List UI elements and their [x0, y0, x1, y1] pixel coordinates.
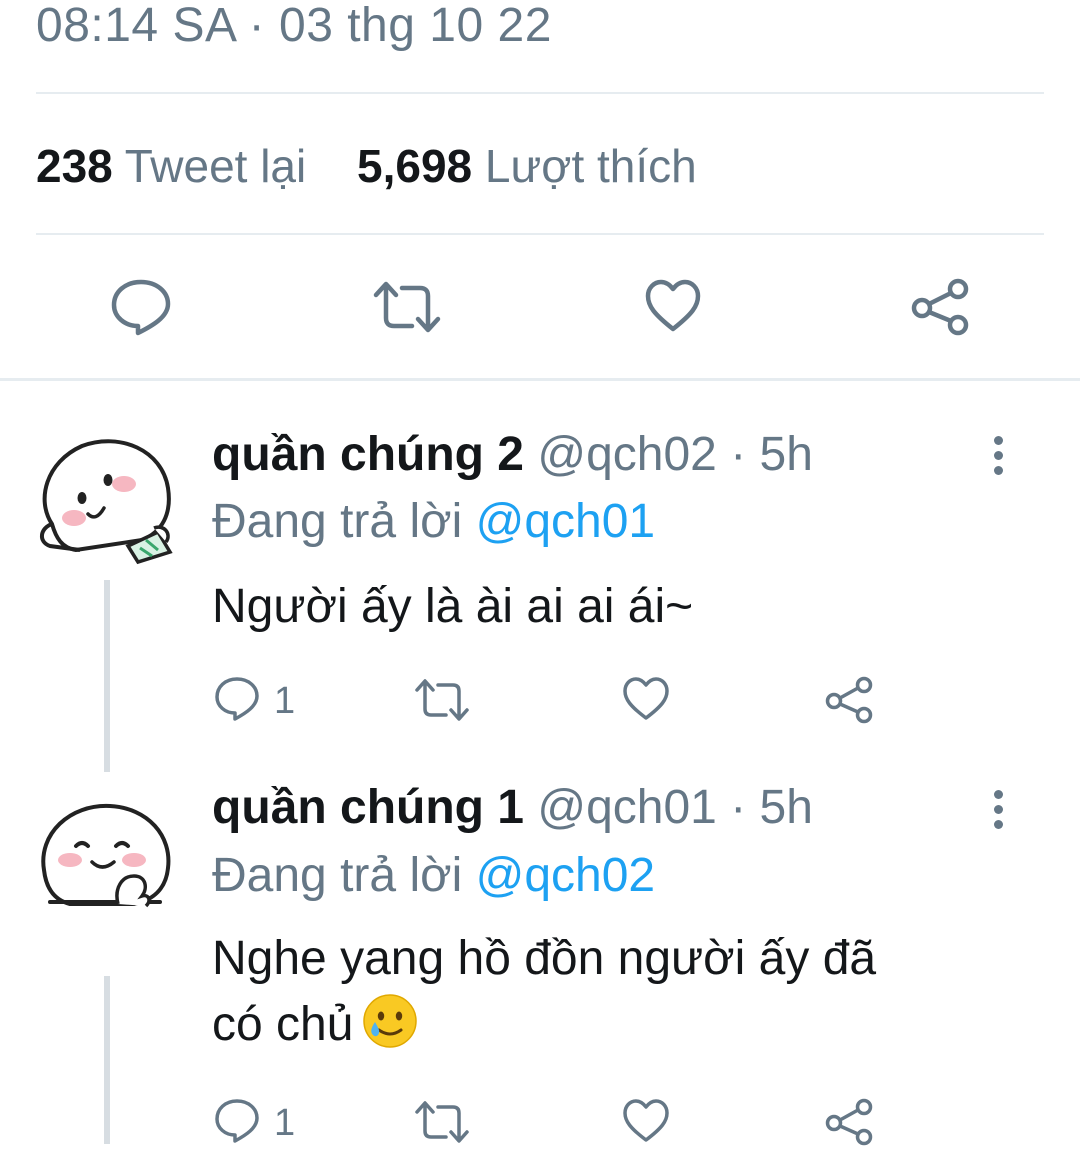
tweet-stats: 238 Tweet lại 5,698 Lượt thích	[36, 136, 735, 196]
author-name[interactable]: quần chúng 1	[212, 781, 524, 834]
mention-link[interactable]: @qch01	[476, 495, 656, 548]
like-icon[interactable]	[644, 278, 702, 334]
retweets-label: Tweet lại	[124, 140, 307, 192]
mention-link[interactable]: @qch02	[476, 849, 656, 902]
author-name[interactable]: quần chúng 2	[212, 428, 524, 481]
share-icon[interactable]	[824, 1098, 874, 1146]
separator-dot: ·	[730, 428, 747, 481]
author-handle[interactable]: @qch02	[537, 428, 717, 481]
reply-count: 1	[274, 680, 296, 722]
likes-count: 5,698	[357, 140, 473, 192]
reply-time[interactable]: 5h	[760, 428, 813, 481]
reply-action-bar: 1	[0, 670, 1080, 730]
retweet-icon[interactable]	[372, 280, 442, 334]
divider	[36, 233, 1044, 235]
reply-count: 1	[274, 1102, 296, 1144]
section-divider	[0, 378, 1080, 381]
reply-header: quần chúng 1 @qch01 · 5h	[212, 778, 813, 838]
retweet-icon[interactable]	[414, 678, 470, 722]
reply-action-bar: 1	[0, 1092, 1080, 1152]
divider	[36, 92, 1044, 94]
replying-to: Đang trả lời @qch02	[212, 846, 655, 906]
reply-icon[interactable]	[214, 676, 260, 722]
smiling-face-with-tear-icon	[363, 994, 418, 1048]
reply-icon[interactable]	[214, 1098, 260, 1144]
reply-header: quần chúng 2 @qch02 · 5h	[212, 425, 813, 485]
tweet-timestamp: 08:14 SA · 03 thg 10 22	[36, 0, 552, 52]
reply-text-line: có chủ	[212, 992, 1012, 1058]
reply-time[interactable]: 5h	[760, 781, 813, 834]
author-handle[interactable]: @qch01	[537, 781, 717, 834]
like-icon[interactable]	[622, 1098, 670, 1144]
retweet-icon[interactable]	[414, 1100, 470, 1144]
retweets-stat[interactable]: 238 Tweet lại	[36, 140, 306, 192]
more-options-icon[interactable]	[986, 436, 1010, 480]
more-options-icon[interactable]	[986, 790, 1010, 834]
avatar[interactable]	[30, 428, 178, 576]
retweets-count: 238	[36, 140, 113, 192]
replying-label: Đang trả lời	[212, 849, 463, 902]
avatar[interactable]	[30, 784, 178, 932]
reply-text: Nghe yang hồ đồn người ấy đã có chủ	[212, 926, 1012, 1058]
tweet-action-bar	[0, 270, 1080, 346]
reply-text: Người ấy là ài ai ai ái~	[212, 580, 694, 633]
separator-dot: ·	[730, 781, 747, 834]
likes-label: Lượt thích	[484, 140, 697, 192]
like-icon[interactable]	[622, 676, 670, 722]
share-icon[interactable]	[910, 278, 970, 336]
reply-tweet[interactable]: quần chúng 2 @qch02 · 5h Đang trả lời @q…	[0, 400, 1080, 780]
reply-tweet[interactable]: quần chúng 1 @qch01 · 5h Đang trả lời @q…	[0, 770, 1080, 1146]
share-icon[interactable]	[824, 676, 874, 724]
reply-text-fragment: có chủ	[212, 998, 354, 1051]
reply-text-line: Nghe yang hồ đồn người ấy đã	[212, 932, 877, 985]
likes-stat[interactable]: 5,698 Lượt thích	[357, 140, 697, 192]
replying-label: Đang trả lời	[212, 495, 463, 548]
reply-icon[interactable]	[110, 278, 172, 336]
replying-to: Đang trả lời @qch01	[212, 492, 655, 552]
